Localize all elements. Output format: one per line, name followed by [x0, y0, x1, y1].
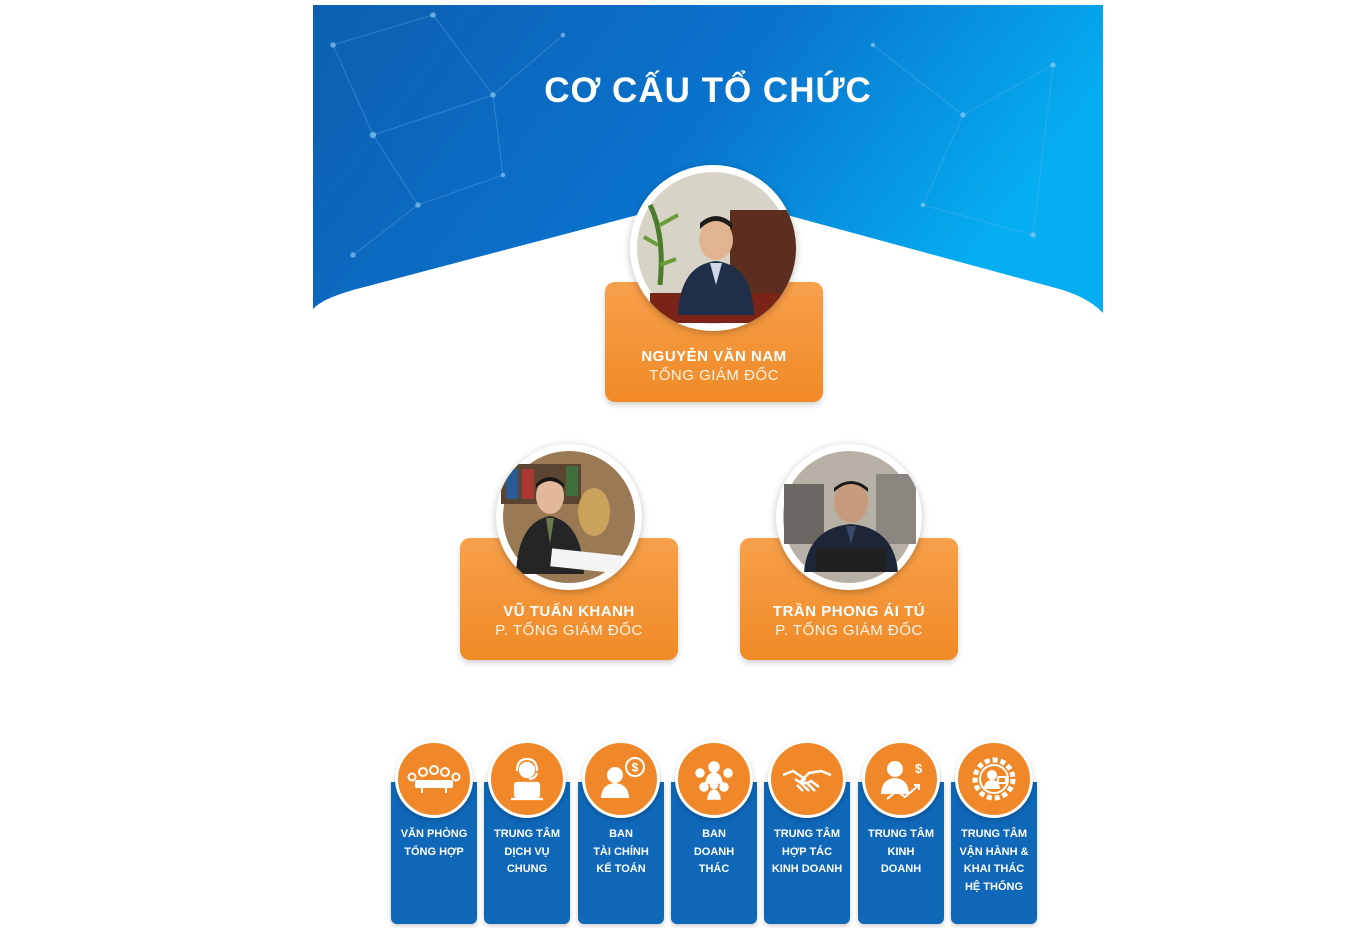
department-label: TRUNG TÂM KINH DOANH [868, 828, 934, 875]
svg-text:$: $ [632, 761, 639, 775]
finance-person-icon: $ [582, 740, 660, 818]
department-label: TRUNG TÂM VẬN HÀNH & KHAI THÁC HỆ THỐNG [959, 828, 1029, 893]
leader-name: TRẦN PHONG ÁI TÚ [772, 603, 926, 620]
group-people-icon [675, 740, 753, 818]
leader-role: P. TỔNG GIÁM ĐỐC [495, 622, 643, 639]
department-label: BAN DOANH THÁC [693, 828, 735, 875]
leader-name: NGUYỄN VĂN NAM [641, 348, 787, 365]
department-label: TRUNG TÂM HỢP TÁC KINH DOANH [771, 828, 843, 875]
svg-text:$: $ [915, 761, 923, 776]
department-label: VĂN PHÒNG TỔNG HỢP [400, 828, 468, 858]
department-label: TRUNG TÂM DỊCH VỤ CHUNG [494, 828, 560, 875]
avatar [776, 444, 922, 590]
page-title: CƠ CẤU TỔ CHỨC [544, 71, 872, 110]
sales-growth-icon: $ [862, 740, 940, 818]
department-label: BAN TÀI CHÍNH KẾ TOÁN [593, 828, 649, 875]
gear-operations-icon [955, 740, 1033, 818]
leader-role: P. TỔNG GIÁM ĐỐC [775, 622, 923, 639]
avatar [496, 444, 642, 590]
leader-role: TỔNG GIÁM ĐỐC [649, 367, 779, 384]
support-headset-icon [488, 740, 566, 818]
handshake-icon [768, 740, 846, 818]
leader-name: VŨ TUẤN KHANH [503, 603, 635, 620]
avatar [630, 165, 796, 331]
meeting-table-icon [395, 740, 473, 818]
